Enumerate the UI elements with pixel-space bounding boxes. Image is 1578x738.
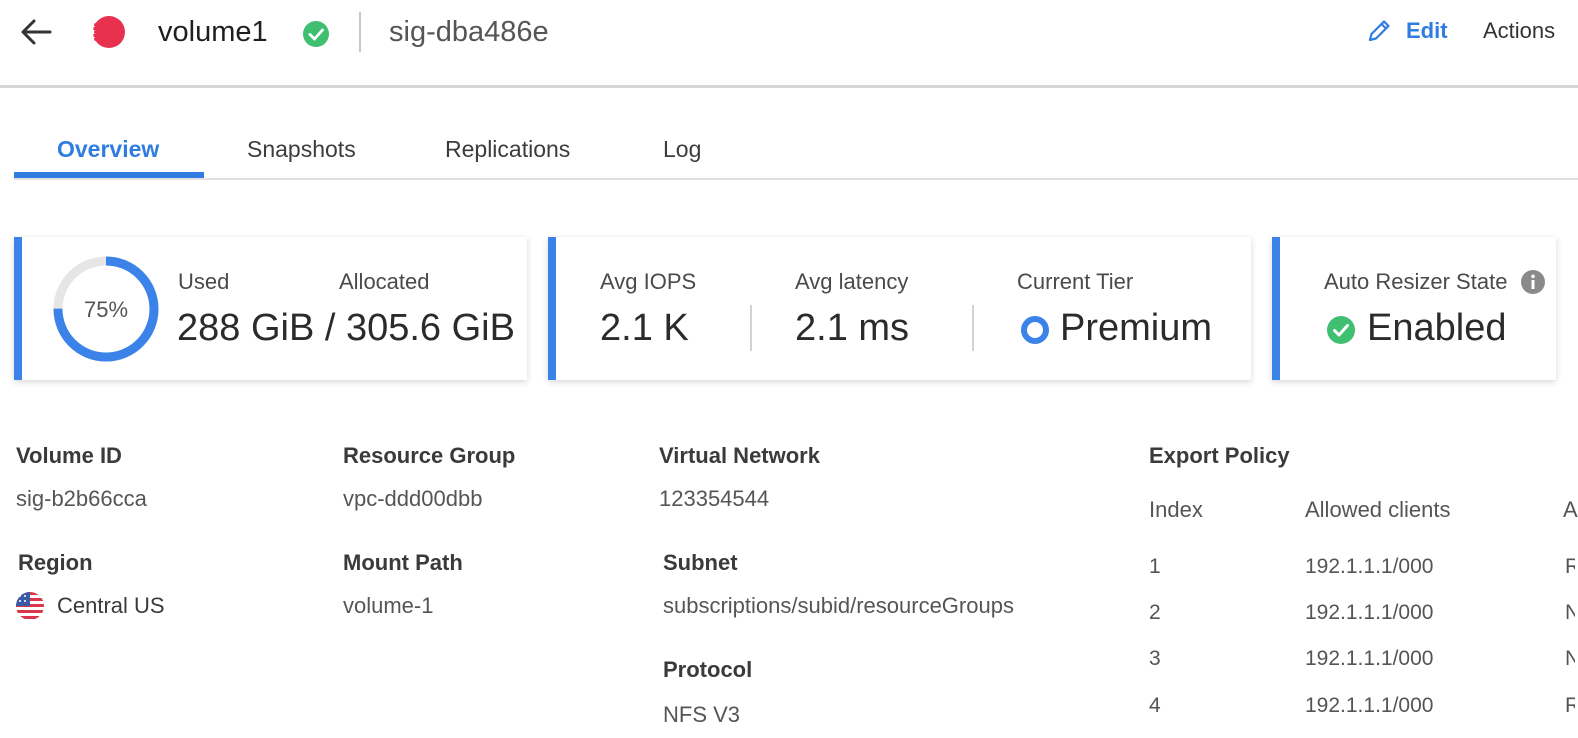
active-tab-indicator <box>14 172 204 178</box>
used-label: Used <box>178 269 230 294</box>
tab-bar: Overview Snapshots Replications Log <box>14 124 1578 180</box>
auto-resizer-card: Auto Resizer State Enabled <box>1272 237 1556 380</box>
current-tier-label: Current Tier <box>1017 269 1134 294</box>
auto-resizer-value: Enabled <box>1367 307 1507 349</box>
pencil-icon <box>1368 20 1390 42</box>
region-label: Region <box>18 550 93 575</box>
header-divider <box>359 12 361 52</box>
avg-iops-value: 2.1 K <box>600 307 689 349</box>
export-policy-index: 4 <box>1149 694 1161 717</box>
avg-iops-label: Avg IOPS <box>600 269 697 294</box>
virtual-network-value: 123354544 <box>659 486 770 511</box>
usage-percent-label: 75% <box>84 297 128 322</box>
page-header: volume1 sig-dba486e Edit Actions <box>0 0 1578 88</box>
edit-label: Edit <box>1406 18 1448 43</box>
metric-divider <box>972 305 974 351</box>
capacity-card: 75% Used Allocated 288 GiB / 305.6 GiB <box>14 237 527 380</box>
edit-button[interactable]: Edit <box>1366 16 1448 46</box>
avg-latency-label: Avg latency <box>795 269 909 294</box>
tab-replications[interactable]: Replications <box>445 134 570 164</box>
export-policy-clients: 192.1.1.1/000 <box>1305 647 1434 670</box>
subnet-label: Subnet <box>663 550 738 575</box>
tab-snapshots[interactable]: Snapshots <box>247 134 356 164</box>
export-policy-header-allowed-clients: Allowed clients <box>1305 497 1451 522</box>
export-policy-header-index: Index <box>1149 497 1203 522</box>
volume-id-value: sig-b2b66cca <box>16 486 147 511</box>
region-value: Central US <box>57 593 165 618</box>
export-policy-clients: 192.1.1.1/000 <box>1305 601 1434 624</box>
info-icon[interactable] <box>1520 269 1546 295</box>
export-policy-clients: 192.1.1.1/000 <box>1305 555 1434 578</box>
export-policy-truncated-cell: N <box>1565 601 1575 624</box>
export-policy-truncated-cell: R <box>1565 555 1575 578</box>
back-arrow-icon[interactable] <box>18 14 54 50</box>
virtual-network-label: Virtual Network <box>659 443 820 468</box>
volume-subtitle: sig-dba486e <box>389 16 549 48</box>
volume-icon <box>86 16 125 48</box>
current-tier-value: Premium <box>1060 307 1213 349</box>
protocol-label: Protocol <box>663 657 753 682</box>
resource-group-value: vpc-ddd00dbb <box>343 486 483 511</box>
export-policy-index: 3 <box>1149 647 1161 670</box>
export-policy-index: 1 <box>1149 555 1161 578</box>
enabled-check-icon <box>1327 316 1355 344</box>
tab-log[interactable]: Log <box>663 134 701 164</box>
auto-resizer-label: Auto Resizer State <box>1324 269 1508 294</box>
us-flag-icon <box>16 592 44 620</box>
volume-name: volume1 <box>158 16 268 48</box>
capacity-value: 288 GiB / 305.6 GiB <box>177 307 515 349</box>
tab-overview[interactable]: Overview <box>57 134 159 164</box>
mount-path-label: Mount Path <box>343 550 463 575</box>
allocated-label: Allocated <box>339 269 430 294</box>
avg-latency-value: 2.1 ms <box>795 307 910 349</box>
export-policy-title: Export Policy <box>1149 443 1290 468</box>
performance-card: Avg IOPS 2.1 K Avg latency 2.1 ms Curren… <box>548 237 1251 380</box>
tier-radio-icon <box>1021 316 1049 344</box>
export-policy-truncated-cell: N <box>1565 647 1575 670</box>
export-policy-index: 2 <box>1149 601 1161 624</box>
protocol-value: NFS V3 <box>663 702 741 727</box>
volume-id-label: Volume ID <box>16 443 122 468</box>
export-policy-clients: 192.1.1.1/000 <box>1305 694 1434 717</box>
actions-menu-button[interactable]: Actions <box>1483 16 1555 46</box>
usage-donut-chart: 75% <box>53 256 159 362</box>
subnet-value: subscriptions/subid/resourceGroups <box>663 593 1014 618</box>
export-policy-header-truncated: A <box>1563 497 1578 522</box>
metric-divider <box>750 305 752 351</box>
export-policy-truncated-cell: R <box>1565 694 1575 717</box>
resource-group-label: Resource Group <box>343 443 516 468</box>
mount-path-value: volume-1 <box>343 593 434 618</box>
status-ok-icon <box>303 21 329 47</box>
